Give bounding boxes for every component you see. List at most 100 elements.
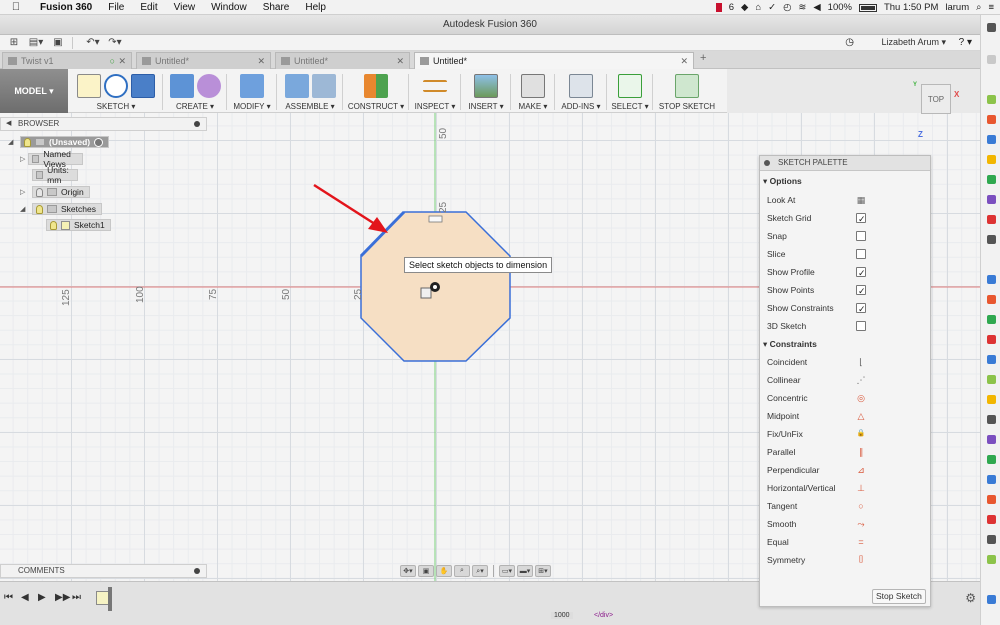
fix-constraint-icon[interactable] [420, 287, 432, 299]
tangent-icon[interactable]: ○ [856, 501, 866, 511]
active-radio-icon[interactable] [94, 137, 104, 147]
browser-panel-header[interactable]: ◀ BROWSER [0, 117, 207, 131]
stop-sketch-icon[interactable] [675, 74, 699, 98]
fit-icon[interactable]: ⌕▾ [472, 565, 488, 577]
pin-icon[interactable] [194, 568, 200, 574]
menu-file[interactable]: File [100, 2, 132, 13]
constraint-perpendicular[interactable]: Perpendicular ⊿ [767, 462, 866, 478]
measure-icon[interactable] [423, 80, 447, 92]
dock-app-icon-1[interactable] [987, 95, 996, 104]
show-profile-checkbox[interactable] [856, 265, 866, 281]
addins-menu-label[interactable]: ADD-INS ▾ [556, 102, 606, 111]
dock-app-icon-20[interactable] [987, 495, 996, 504]
pin-icon[interactable] [194, 121, 200, 127]
smooth-icon[interactable]: ⤳ [856, 519, 866, 529]
construct-menu-label[interactable]: CONSTRUCT ▾ [344, 102, 408, 111]
units-chip[interactable]: Units: mm [32, 165, 78, 185]
palette-collapse-icon[interactable] [764, 160, 770, 166]
dock-app-icon-5[interactable] [987, 175, 996, 184]
dock-app-icon-17[interactable] [987, 435, 996, 444]
dock-close-icon[interactable] [987, 23, 996, 32]
dock-app-icon-16[interactable] [987, 415, 996, 424]
sketch-group[interactable]: SKETCH ▾ [70, 72, 163, 112]
horizontal-vertical-icon[interactable]: ⊥ [856, 483, 866, 493]
tree-units[interactable]: Units: mm [32, 165, 78, 185]
collinear-icon[interactable]: ⋰ [856, 375, 866, 385]
search-icon[interactable]: ⌕ [976, 2, 981, 13]
joint-icon[interactable] [311, 74, 336, 98]
addins-group[interactable]: ADD-INS ▾ [556, 72, 607, 112]
battery-percent[interactable]: 100% [828, 2, 852, 13]
tab-untitled-2[interactable]: Untitled* ✕ [275, 52, 410, 69]
display-settings-icon[interactable]: ▭▾ [499, 565, 515, 577]
expand-icon[interactable]: ▷ [20, 155, 28, 163]
dock-app-icon-4[interactable] [987, 155, 996, 164]
option-snap[interactable]: Snap [767, 228, 866, 244]
menu-list-icon[interactable]: ≡ [988, 2, 994, 13]
constraint-collinear[interactable]: Collinear ⋰ [767, 372, 866, 388]
timeline-marker[interactable] [108, 587, 112, 611]
close-icon[interactable]: ✕ [118, 53, 126, 69]
expand-icon[interactable]: ▷ [20, 188, 32, 196]
parallel-icon[interactable]: ∥ [856, 447, 866, 457]
insert-group[interactable]: INSERT ▾ [462, 72, 511, 112]
option-slice[interactable]: Slice [767, 246, 866, 262]
select-icon[interactable] [618, 74, 642, 98]
dock-scroll-icon[interactable] [987, 55, 996, 64]
dock-app-icon-24[interactable] [987, 595, 996, 604]
line-tool-icon[interactable] [104, 74, 128, 98]
dock-app-icon-3[interactable] [987, 135, 996, 144]
menu-share[interactable]: Share [255, 2, 298, 13]
show-points-checkbox[interactable] [856, 283, 866, 299]
option-sketch-grid[interactable]: Sketch Grid [767, 210, 866, 227]
dock-app-icon-9[interactable] [987, 275, 996, 284]
inspect-menu-label[interactable]: INSPECT ▾ [410, 102, 460, 111]
slice-checkbox[interactable] [856, 249, 866, 259]
battery-icon[interactable] [858, 3, 877, 12]
equal-icon[interactable]: = [856, 537, 866, 547]
tree-named-views[interactable]: ▷ Named Views [20, 149, 84, 169]
make-group[interactable]: MAKE ▾ [512, 72, 555, 112]
save-icon[interactable]: ▣ [50, 37, 66, 49]
constraints-section-header[interactable]: ▾ Constraints [763, 339, 817, 350]
insert-menu-label[interactable]: INSERT ▾ [462, 102, 510, 111]
grid-settings-icon[interactable]: ⊞▾ [535, 565, 551, 577]
step-forward-icon[interactable]: ▶▶ [55, 592, 70, 603]
dock-app-icon-8[interactable] [987, 235, 996, 244]
make-menu-label[interactable]: MAKE ▾ [512, 102, 554, 111]
stop-sketch-button[interactable]: Stop Sketch [872, 589, 926, 604]
adobe-icon[interactable] [715, 3, 722, 12]
option-show-points[interactable]: Show Points [767, 282, 866, 299]
look-at-icon[interactable]: ▦ [856, 195, 866, 205]
zoom-icon[interactable]: ⌕ [454, 565, 470, 577]
named-views-chip[interactable]: Named Views [28, 149, 84, 169]
constraint-concentric[interactable]: Concentric ◎ [767, 390, 865, 406]
visibility-bulb-icon[interactable] [50, 220, 57, 230]
create-group[interactable]: CREATE ▾ [164, 72, 227, 112]
tab-twist-v1[interactable]: Twist v1 ○ ✕ [2, 52, 132, 69]
inspect-group[interactable]: INSPECT ▾ [410, 72, 461, 112]
expand-icon[interactable]: ◢ [20, 205, 32, 213]
workspace-switcher[interactable]: MODEL ▾ [0, 69, 68, 113]
create-menu-label[interactable]: CREATE ▾ [164, 102, 226, 111]
dock-app-icon-18[interactable] [987, 455, 996, 464]
construct-group[interactable]: CONSTRUCT ▾ [344, 72, 409, 112]
tab-untitled-1[interactable]: Untitled* ✕ [136, 52, 271, 69]
close-icon[interactable]: ✕ [680, 53, 688, 69]
options-section-header[interactable]: ▾ Options [763, 176, 802, 187]
perpendicular-icon[interactable]: ⊿ [856, 465, 866, 475]
constraint-tangent[interactable]: Tangent ○ [767, 498, 866, 514]
orbit-icon[interactable]: ✥▾ [400, 565, 416, 577]
extrude-icon[interactable] [169, 74, 194, 98]
file-menu-icon[interactable]: ▤▾ [28, 37, 44, 49]
dock-app-icon-21[interactable] [987, 515, 996, 524]
select-group[interactable]: SELECT ▾ [608, 72, 653, 112]
dock-app-icon-10[interactable] [987, 295, 996, 304]
job-status-icon[interactable]: ◷ [845, 37, 854, 48]
visual-style-icon[interactable]: ▬▾ [517, 565, 533, 577]
check-icon[interactable]: ✓ [768, 2, 776, 13]
viewcube[interactable]: TOP X Z Y [913, 80, 959, 139]
user-account-menu[interactable]: Lizabeth Arum ▾ [881, 37, 946, 48]
look-at-icon[interactable]: ▣ [418, 565, 434, 577]
option-show-profile[interactable]: Show Profile [767, 264, 866, 281]
